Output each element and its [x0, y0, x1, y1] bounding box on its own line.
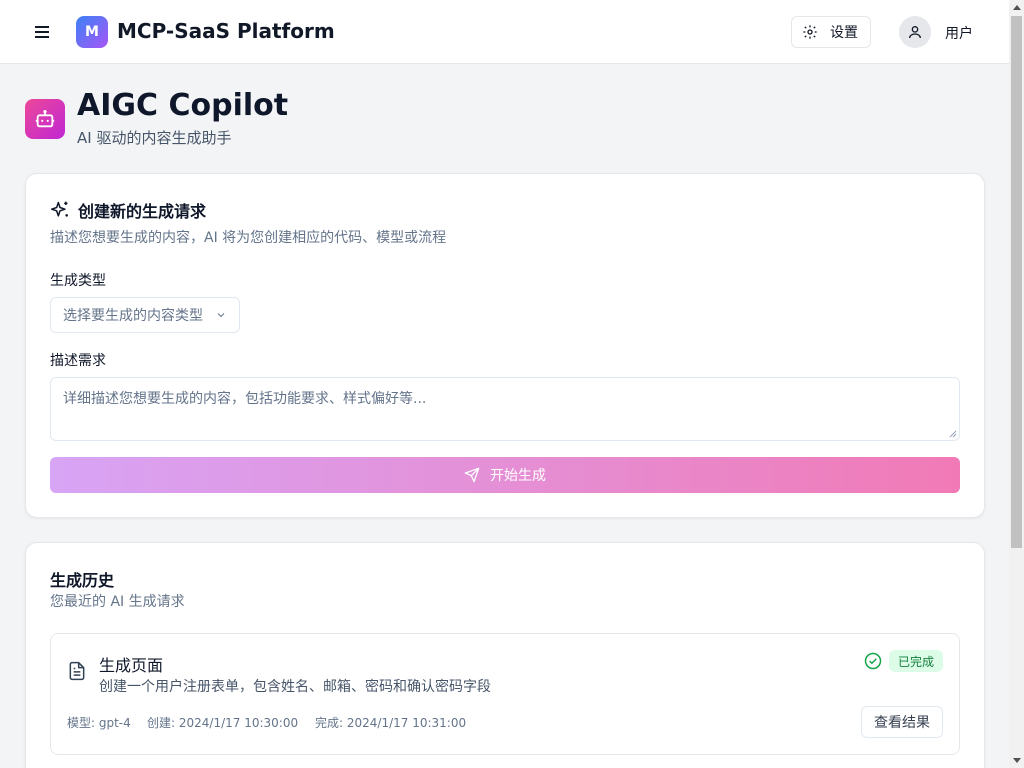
- create-request-card: 创建新的生成请求 描述您想要生成的内容，AI 将为您创建相应的代码、模型或流程 …: [25, 173, 985, 518]
- page-subtitle: AI 驱动的内容生成助手: [77, 129, 232, 147]
- history-card-header: 生成历史: [50, 567, 114, 591]
- gear-icon: [803, 25, 817, 39]
- description-placeholder: 详细描述您想要生成的内容，包括功能要求、样式偏好等...: [63, 391, 427, 407]
- document-icon: [69, 661, 85, 681]
- scroll-thumb[interactable]: [1011, 16, 1022, 548]
- start-generate-button[interactable]: 开始生成: [50, 457, 960, 493]
- type-select-placeholder: 选择要生成的内容类型: [63, 308, 203, 324]
- history-item-model: 模型: gpt-4: [67, 716, 131, 730]
- description-textarea[interactable]: 详细描述您想要生成的内容，包括功能要求、样式偏好等...: [50, 377, 960, 441]
- menu-icon: [35, 26, 49, 38]
- start-generate-label: 开始生成: [490, 468, 546, 484]
- history-item-created: 创建: 2024/1/17 10:30:00: [147, 716, 299, 730]
- resize-grip-icon[interactable]: [949, 430, 957, 438]
- history-title: 生成历史: [50, 571, 115, 590]
- history-card: 生成历史 您最近的 AI 生成请求 生成页面 创建一个用户注册表单，包含姓名、邮…: [25, 542, 985, 768]
- view-result-button[interactable]: 查看结果: [861, 706, 943, 738]
- settings-label: 设置: [830, 25, 858, 41]
- history-item: 生成页面 创建一个用户注册表单，包含姓名、邮箱、密码和确认密码字段 已完成 模型…: [50, 633, 960, 755]
- check-circle-icon: [864, 652, 882, 670]
- sparkles-icon: [50, 201, 68, 217]
- send-icon: [464, 467, 480, 483]
- menu-button[interactable]: [30, 20, 54, 44]
- history-item-title: 生成页面: [99, 656, 164, 675]
- chevron-down-icon: [217, 313, 225, 318]
- create-card-header: 创建新的生成请求: [50, 198, 206, 222]
- top-header: M MCP-SaaS Platform 设置 用户: [0, 0, 1009, 64]
- page-icon: [25, 99, 65, 139]
- scroll-up-arrow[interactable]: [1009, 0, 1024, 15]
- page-title: AIGC Copilot: [77, 88, 289, 123]
- history-item-description: 创建一个用户注册表单，包含姓名、邮箱、密码和确认密码字段: [99, 679, 491, 695]
- scroll-down-arrow[interactable]: [1009, 753, 1024, 768]
- settings-button[interactable]: 设置: [791, 16, 871, 48]
- history-item-completed: 完成: 2024/1/17 10:31:00: [315, 716, 467, 730]
- status-badge: 已完成: [889, 650, 944, 672]
- vertical-scrollbar[interactable]: [1009, 0, 1024, 768]
- create-card-title: 创建新的生成请求: [78, 202, 207, 221]
- description-field-label: 描述需求: [50, 353, 106, 369]
- history-description: 您最近的 AI 生成请求: [50, 594, 185, 610]
- user-icon: [909, 26, 921, 39]
- create-card-description: 描述您想要生成的内容，AI 将为您创建相应的代码、模型或流程: [50, 230, 447, 246]
- brand-logo[interactable]: M: [76, 16, 108, 48]
- type-field-label: 生成类型: [50, 273, 106, 289]
- brand-name[interactable]: MCP-SaaS Platform: [117, 19, 335, 43]
- type-select[interactable]: 选择要生成的内容类型: [50, 297, 240, 333]
- bot-icon: [35, 110, 55, 128]
- avatar[interactable]: [899, 16, 931, 48]
- user-menu-label[interactable]: 用户: [945, 23, 973, 43]
